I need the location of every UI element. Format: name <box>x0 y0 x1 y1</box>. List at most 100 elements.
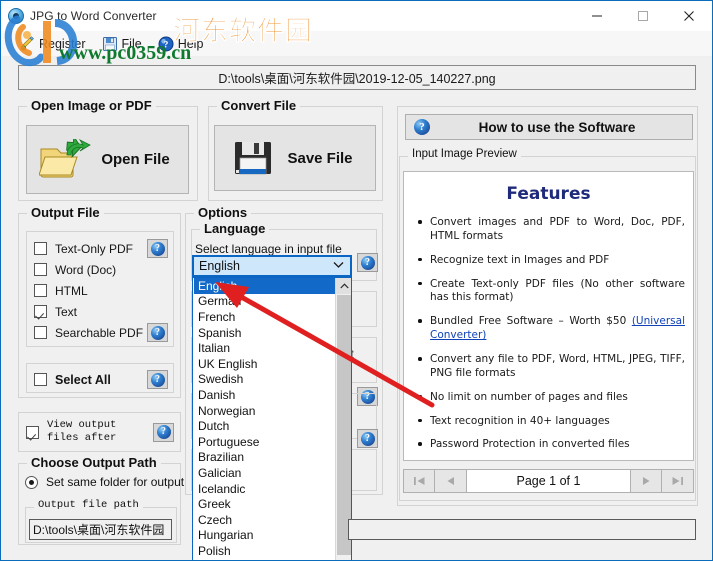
help-button-extra-option[interactable]: ? <box>357 429 378 448</box>
scrollbar-thumb[interactable] <box>337 295 351 555</box>
menu-item-file[interactable]: File <box>94 34 150 54</box>
view-output-line2: files after <box>47 432 117 445</box>
feature-bullet-item: Password Protection in converted files <box>418 438 685 452</box>
language-option-polish[interactable]: Polish <box>194 543 335 559</box>
output-file-path-input[interactable]: D:\tools\桌面\河东软件园 <box>29 519 172 540</box>
language-dropdown-list[interactable]: English German French Spanish Italian UK Engl… <box>192 277 352 560</box>
language-option-norwegian[interactable]: Norwegian <box>194 403 335 419</box>
help-button-select-all[interactable]: ? <box>147 370 168 389</box>
view-output-line1: View output <box>47 419 117 431</box>
input-file-path-bar[interactable]: D:\tools\桌面\河东软件园\2019-12-05_140227.png <box>18 65 696 90</box>
feature-bullet-item: Convert any file to PDF, Word, HTML, JPE… <box>418 353 685 381</box>
how-to-use-button[interactable]: ? How to use the Software <box>405 114 693 140</box>
feature-bullet-text: Convert images and PDF to Word, Doc, PDF… <box>430 216 685 242</box>
language-option-german[interactable]: German <box>194 294 335 310</box>
language-dropdown-items[interactable]: English German French Spanish Italian UK Engl… <box>194 278 335 560</box>
checkbox-select-all[interactable] <box>34 373 47 386</box>
feature-bullet-text: No limit on number of pages and files <box>430 390 628 403</box>
help-button-searchable-pdf[interactable]: ? <box>147 323 168 342</box>
checkbox-row-word-doc[interactable]: Word (Doc) <box>34 259 168 280</box>
language-option-french[interactable]: French <box>194 309 335 325</box>
open-image-group-title: Open Image or PDF <box>27 98 156 113</box>
checkbox-searchable-pdf[interactable] <box>34 326 47 339</box>
close-button[interactable] <box>666 1 712 31</box>
svg-text:?: ? <box>163 40 168 50</box>
language-hint: Select language in input file <box>195 242 342 256</box>
language-option-galician[interactable]: Galician <box>194 465 335 481</box>
bullet-dot-icon <box>418 278 430 306</box>
title-bar: JPG to Word Converter <box>1 1 712 31</box>
bullet-dot-icon <box>418 216 430 244</box>
radio-row-same-folder[interactable]: Set same folder for output <box>25 475 184 489</box>
checkbox-label-searchable-pdf: Searchable PDF <box>55 325 144 340</box>
checkbox-row-text[interactable]: Text <box>34 301 168 322</box>
question-icon: ? <box>150 241 165 256</box>
checkbox-row-view-output[interactable]: View output files after ? <box>26 419 174 445</box>
language-option-hungarian[interactable]: Hungarian <box>194 528 335 544</box>
language-option-czech[interactable]: Czech <box>194 512 335 528</box>
maximize-button[interactable] <box>620 1 666 31</box>
language-group-title: Language <box>200 221 270 236</box>
pager-prev-button[interactable] <box>435 469 467 493</box>
chevron-down-icon <box>333 260 344 272</box>
language-option-italian[interactable]: Italian <box>194 340 335 356</box>
menu-label-file: File <box>121 36 142 51</box>
feature-bullet-item: Text recognition in 40+ languages <box>418 415 685 429</box>
bullet-dot-icon <box>418 315 430 343</box>
language-option-uk-english[interactable]: UK English <box>194 356 335 372</box>
save-file-button[interactable]: Save File <box>214 125 376 191</box>
menu-item-register[interactable]: Register <box>11 34 94 54</box>
checkbox-row-html[interactable]: HTML <box>34 280 168 301</box>
language-option-english[interactable]: English <box>194 278 335 294</box>
pager-next-button[interactable] <box>630 469 662 493</box>
feature-bullet-text: Convert any file to PDF, Word, HTML, JPE… <box>430 353 685 379</box>
checkbox-label-html: HTML <box>55 283 88 298</box>
floppy-icon <box>102 36 118 52</box>
options-group-title: Options <box>194 205 252 220</box>
help-button-language[interactable]: ? <box>357 253 378 272</box>
checkbox-text[interactable] <box>34 305 47 318</box>
checkbox-html[interactable] <box>34 284 47 297</box>
language-combobox[interactable]: English <box>192 255 352 277</box>
feature-bullet-item: Create Text-only PDF files (No other sof… <box>418 278 685 306</box>
question-icon: ? <box>150 325 165 340</box>
question-icon: ? <box>360 431 375 446</box>
language-option-danish[interactable]: Danish <box>194 387 335 403</box>
save-file-label: Save File <box>287 149 353 167</box>
feature-bullet-text: Text recognition in 40+ languages <box>430 414 610 427</box>
language-option-icelandic[interactable]: Icelandic <box>194 481 335 497</box>
pager-first-button[interactable] <box>403 469 435 493</box>
language-option-spanish[interactable]: Spanish <box>194 325 335 341</box>
help-button-text-only-pdf[interactable]: ? <box>147 239 168 258</box>
open-file-label: Open File <box>101 151 170 168</box>
checkbox-view-output-files[interactable] <box>26 425 39 439</box>
help-button-view-output[interactable]: ? <box>153 422 174 442</box>
language-option-greek[interactable]: Greek <box>194 496 335 512</box>
language-option-portuguese[interactable]: Portuguese <box>194 434 335 450</box>
open-folder-icon <box>38 134 91 181</box>
language-option-swedish[interactable]: Swedish <box>194 372 335 388</box>
language-option-brazilian[interactable]: Brazilian <box>194 450 335 466</box>
checkbox-row-searchable-pdf[interactable]: Searchable PDF ? <box>34 322 168 343</box>
feature-bullet-text: Bundled Free Software – Worth $50 (Unive… <box>430 315 685 342</box>
pager-last-button[interactable] <box>662 469 694 493</box>
menu-item-help[interactable]: ? Help <box>150 34 212 54</box>
bullet-dot-icon <box>418 254 430 268</box>
scroll-up-icon[interactable] <box>336 278 351 294</box>
checkbox-text-only-pdf[interactable] <box>34 242 47 255</box>
language-option-dutch[interactable]: Dutch <box>194 418 335 434</box>
minimize-button[interactable] <box>574 1 620 31</box>
radio-set-same-folder[interactable] <box>25 475 38 489</box>
feature-bullet-text: Password Protection in converted files <box>430 438 630 451</box>
checkbox-row-text-only-pdf[interactable]: Text-Only PDF ? <box>34 238 168 259</box>
checkbox-label-word-doc: Word (Doc) <box>55 262 117 277</box>
question-icon: ? <box>156 425 171 440</box>
preview-image-canvas: Features Convert images and PDF to Word,… <box>403 171 694 461</box>
bottom-status-field[interactable] <box>348 519 696 540</box>
checkbox-row-select-all[interactable]: Select All ? <box>34 369 168 390</box>
checkbox-label-view-output: View output files after <box>47 419 116 445</box>
features-heading: Features <box>506 184 591 204</box>
checkbox-word-doc[interactable] <box>34 263 47 276</box>
open-file-button[interactable]: Open File <box>26 125 189 194</box>
universal-converter-link[interactable]: (Universal Converter) <box>430 315 685 341</box>
